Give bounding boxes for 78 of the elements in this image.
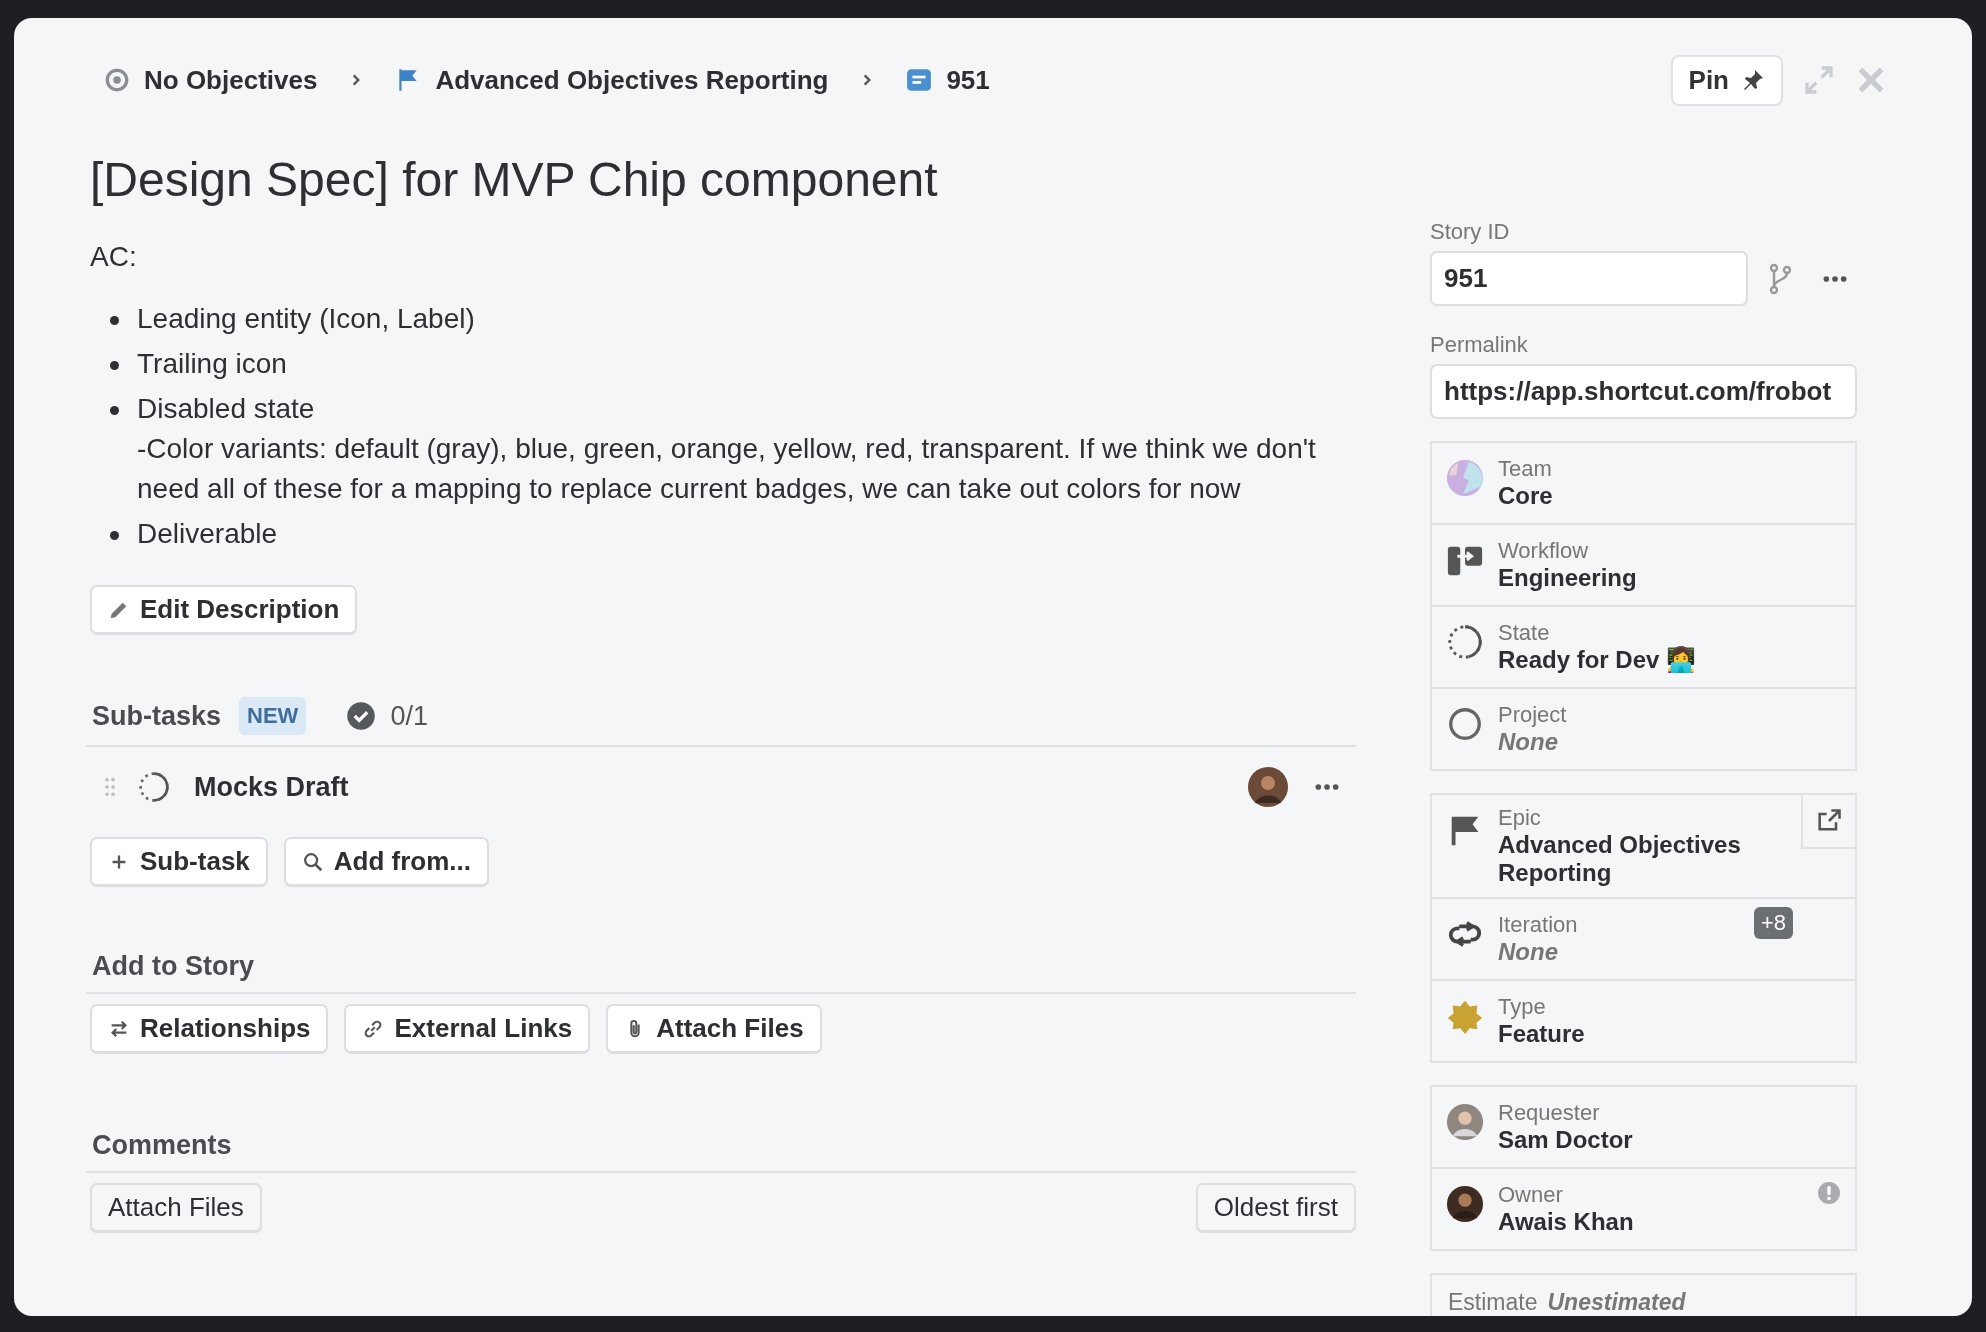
avatar-icon — [1446, 1185, 1484, 1223]
branch-icon[interactable] — [1768, 261, 1792, 296]
attach-files-button[interactable]: Attach Files — [90, 1183, 262, 1233]
field-value: Feature — [1498, 1020, 1586, 1048]
field-value: Engineering — [1498, 564, 1638, 592]
avatar-icon[interactable] — [1248, 767, 1288, 807]
field-value: Ready for Dev 👩‍💻 — [1498, 646, 1698, 674]
field-value: None — [1498, 728, 1559, 756]
description-text: Deliverable — [137, 517, 278, 551]
field-label: Project — [1498, 702, 1567, 728]
field-row[interactable]: Project None — [1432, 687, 1855, 769]
field-value: Sam Doctor — [1498, 1126, 1634, 1154]
section-title: Sub-tasks — [92, 700, 222, 732]
field-value: Awais Khan — [1498, 1208, 1635, 1236]
permalink-field[interactable]: https://app.shortcut.com/frobot — [1430, 364, 1857, 419]
field-label: Type — [1498, 994, 1546, 1020]
sort-button[interactable]: Oldest first — [1195, 1183, 1356, 1233]
description-text: AC: — [90, 241, 138, 273]
field-label: State — [1498, 620, 1550, 646]
story-title: [Design Spec] for MVP Chip component — [90, 152, 939, 207]
attach-button[interactable]: Attach Files — [606, 1004, 822, 1054]
field-row[interactable]: Requester Sam Doctor — [1432, 1087, 1855, 1167]
section-title: Comments — [92, 1130, 232, 1161]
field-label: Team — [1498, 456, 1552, 482]
check-circle-icon — [346, 701, 377, 731]
description-text: -Color variants: default (gray), blue, green, orange, yellow, red, transparent. If we think we don't need all of these for a mapping to replace current badges, we can take out colors for now — [137, 432, 1317, 506]
progress-circle-icon[interactable] — [138, 771, 170, 803]
field-row[interactable]: Owner Awais Khan — [1432, 1167, 1855, 1249]
drag-handle-icon[interactable] — [104, 777, 116, 797]
target-icon — [104, 67, 130, 93]
field-row[interactable]: Type Feature — [1432, 979, 1855, 1061]
pin-button[interactable]: Pin — [1670, 54, 1783, 106]
field-label: Permalink — [1430, 332, 1529, 358]
field-value: None — [1498, 938, 1559, 966]
new-badge: NEW — [239, 697, 307, 735]
search-icon — [301, 850, 324, 873]
field-label: Story ID — [1430, 219, 1511, 245]
add-from-button[interactable]: Add from... — [283, 837, 490, 887]
circle-icon — [1446, 705, 1484, 743]
add-subtask-button[interactable]: Sub-task — [90, 837, 268, 887]
more-icon[interactable] — [1314, 782, 1340, 792]
field-label: Owner — [1498, 1182, 1563, 1208]
field-label: Epic — [1498, 805, 1541, 831]
team-icon — [1446, 459, 1484, 497]
avatar-icon — [1446, 1103, 1484, 1141]
field-label: Workflow — [1498, 538, 1589, 564]
description-text: Disabled state — [137, 392, 316, 426]
field-label: Iteration — [1498, 912, 1578, 938]
more-icon[interactable] — [1822, 273, 1848, 284]
link-button[interactable]: External Links — [344, 1004, 591, 1054]
field-row[interactable]: Workflow Engineering — [1432, 523, 1855, 605]
description-text: Leading entity (Icon, Label) — [137, 302, 475, 336]
bullet-icon — [110, 361, 119, 370]
section-title: Add to Story — [92, 951, 254, 982]
subtask-name[interactable]: Mocks Draft — [194, 771, 349, 803]
field-row[interactable]: Iteration None +8 — [1432, 897, 1855, 979]
breadcrumb-item[interactable]: Advanced Objectives Reporting — [395, 64, 829, 96]
bullet-icon — [110, 406, 119, 415]
progress-circle-icon — [1446, 623, 1484, 661]
description-text: Trailing icon — [137, 347, 287, 381]
breadcrumb-item[interactable]: No Objectives — [104, 64, 318, 96]
bullet-icon — [110, 316, 119, 325]
breadcrumb-item[interactable]: 951 — [906, 64, 990, 96]
field-value: Core — [1498, 482, 1554, 510]
open-link-button[interactable] — [1801, 795, 1855, 849]
field-row[interactable]: State Ready for Dev 👩‍💻 — [1432, 605, 1855, 687]
field-row[interactable]: Epic Advanced Objectives Reporting — [1432, 795, 1855, 897]
subtask-count: 0/1 — [390, 700, 428, 732]
estimate-field[interactable]: Estimate Unestimated — [1430, 1273, 1857, 1316]
field-value: Advanced Objectives Reporting — [1498, 831, 1742, 887]
document-icon — [906, 67, 933, 93]
edit-description-button[interactable]: Edit Description — [90, 585, 358, 635]
relationships-button[interactable]: Relationships — [90, 1004, 329, 1054]
bullet-icon — [110, 531, 119, 540]
field-row[interactable]: Team Core — [1432, 443, 1855, 523]
count-badge: +8 — [1753, 907, 1793, 939]
field-label: Requester — [1498, 1100, 1600, 1126]
story-id-field[interactable]: 951 — [1430, 251, 1748, 306]
